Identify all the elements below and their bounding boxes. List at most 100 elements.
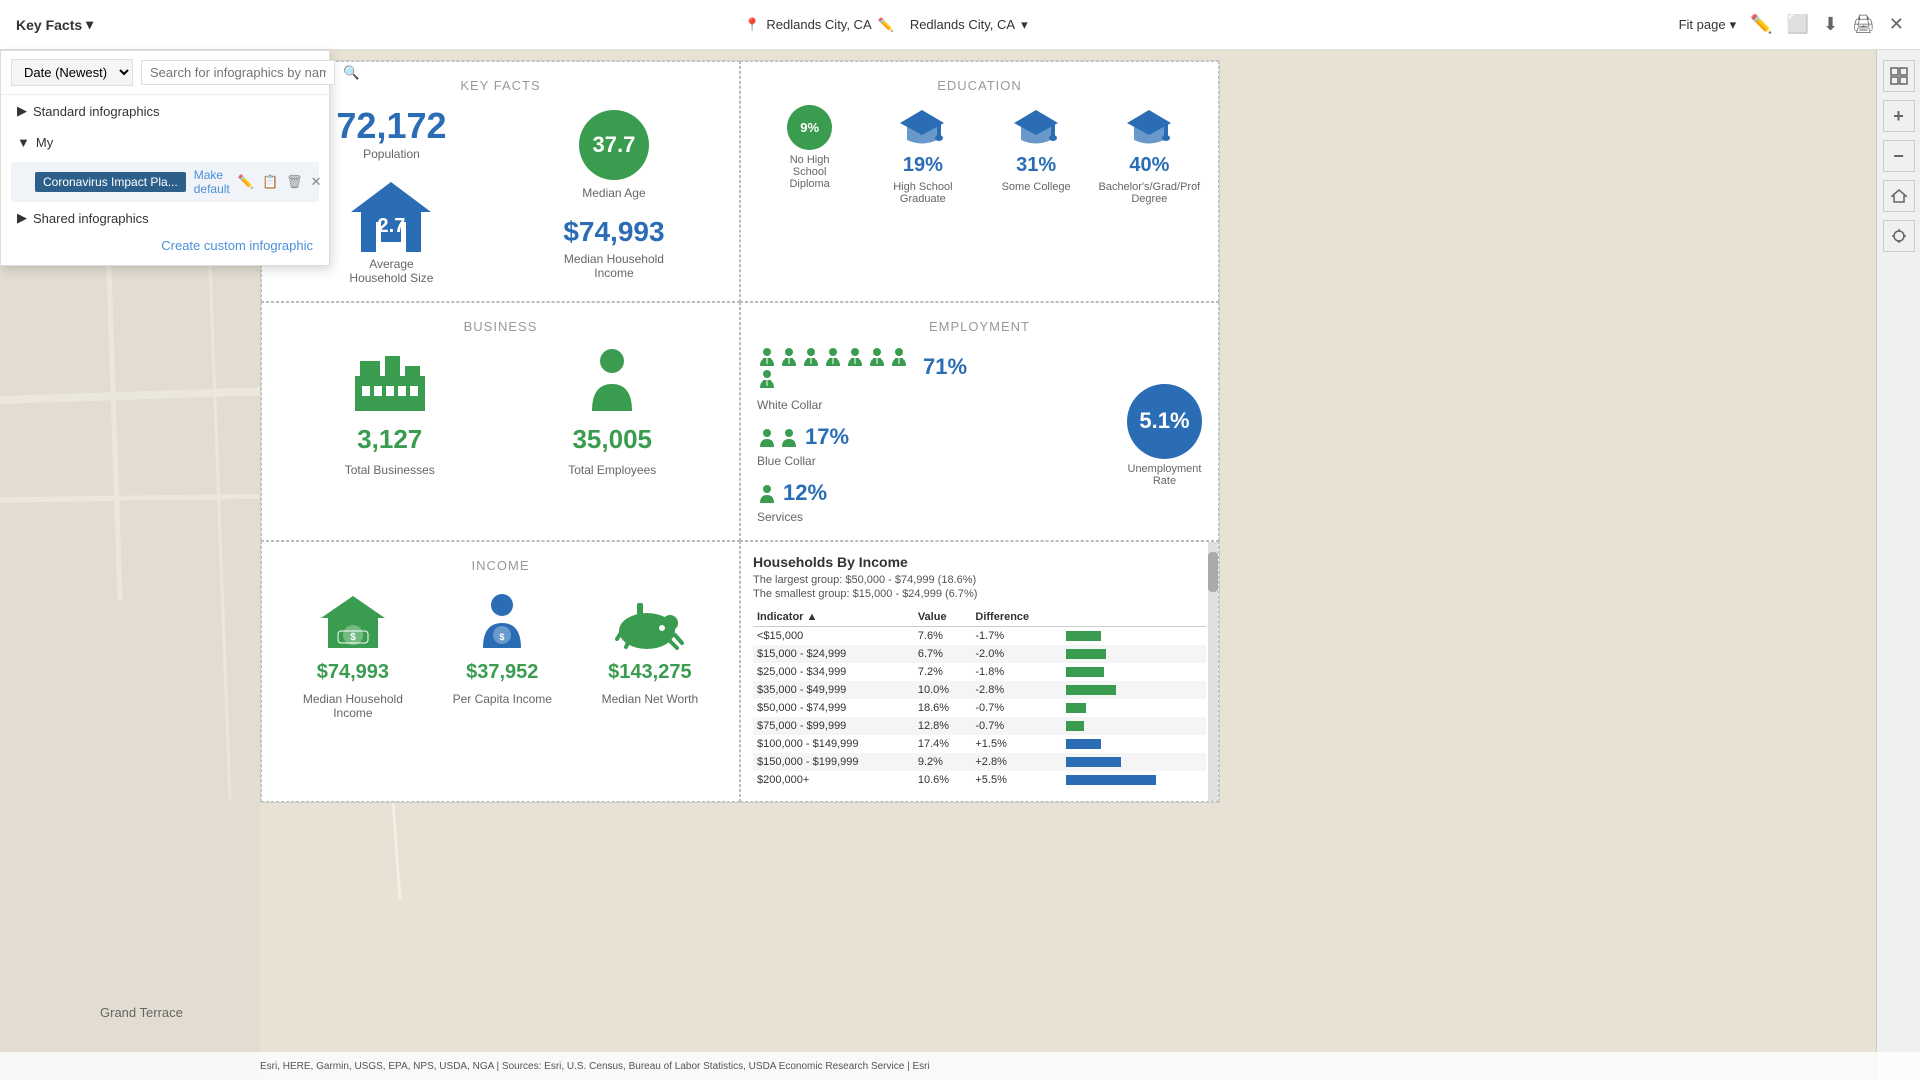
infographic-list-item[interactable]: Coronavirus Impact Pla... Make default ✏…: [11, 162, 319, 202]
zoom-out-button[interactable]: −: [1883, 140, 1915, 172]
hbi-value-cell: 10.0%: [914, 681, 972, 699]
total-employees-item: 35,005 Total Employees: [568, 346, 656, 477]
table-row: $75,000 - $99,999 12.8% -0.7%: [753, 717, 1206, 735]
table-row: $150,000 - $199,999 9.2% +2.8%: [753, 753, 1206, 771]
shared-arrow-icon: ▶: [17, 210, 27, 226]
my-section-label: My: [36, 135, 53, 150]
duplicate-icon-button[interactable]: ⬜: [1787, 14, 1809, 35]
make-default-link[interactable]: Make default: [194, 168, 230, 196]
white-collar-icons: [757, 346, 917, 388]
median-income-label: Median HouseholdIncome: [564, 252, 664, 280]
my-section-header[interactable]: ▼ My: [17, 135, 313, 150]
education-cell: EDUCATION 9% No HighSchoolDiploma: [740, 61, 1219, 302]
close-icon-button[interactable]: ✕: [1889, 14, 1904, 35]
edit-infographic-icon[interactable]: ✏️: [238, 174, 254, 190]
edit-location1-icon[interactable]: ✏️: [878, 17, 894, 33]
layers-button[interactable]: [1883, 60, 1915, 92]
hbi-diff-cell: +1.5%: [971, 735, 1062, 753]
median-net-worth-item: $143,275 Median Net Worth: [602, 593, 699, 706]
col-indicator-header: Indicator ▲: [753, 608, 914, 627]
median-net-worth-label: Median Net Worth: [602, 692, 699, 706]
print-icon-button[interactable]: 🖨: [1852, 14, 1875, 35]
employment-cell: EMPLOYMENT: [740, 302, 1219, 541]
business-header: BUSINESS: [278, 319, 723, 334]
person-bc-2: [779, 427, 799, 447]
households-income-cell: Households By Income The largest group: …: [740, 541, 1219, 802]
hbi-bar-cell: [1062, 663, 1206, 681]
infographic-search-input[interactable]: [141, 60, 335, 85]
pencil-icon-button[interactable]: ✏️: [1750, 14, 1772, 35]
some-college-label: Some College: [1002, 181, 1071, 193]
table-row: $15,000 - $24,999 6.7% -2.0%: [753, 645, 1206, 663]
white-collar-row: 71%: [757, 346, 1115, 388]
bottom-attribution: Esri, HERE, Garmin, USGS, EPA, NPS, USDA…: [0, 1052, 1920, 1080]
shared-section: ▶ Shared infographics: [1, 206, 329, 230]
location1-item: 📍 Redlands City, CA ✏️: [744, 17, 894, 33]
create-custom-infographic-link[interactable]: Create custom infographic: [1, 230, 329, 253]
population-value: 72,172: [336, 105, 446, 147]
date-sort-select[interactable]: Date (Newest): [11, 59, 133, 86]
search-submit-button[interactable]: 🔍: [343, 65, 360, 81]
blue-collar-icons: [757, 427, 799, 447]
key-facts-dropdown-button[interactable]: Key Facts ▾: [16, 16, 93, 33]
hbi-indicator-cell: $15,000 - $24,999: [753, 645, 914, 663]
download-icon-button[interactable]: ⬇: [1823, 14, 1838, 35]
employment-header: EMPLOYMENT: [757, 319, 1202, 334]
per-capita-income-value: $37,952: [466, 661, 538, 684]
col-value-header: Value: [914, 608, 972, 627]
white-collar-label: White Collar: [757, 398, 1115, 412]
chevron-down-icon[interactable]: ▾: [1021, 17, 1028, 33]
table-row: $100,000 - $149,999 17.4% +1.5%: [753, 735, 1206, 753]
hbi-bar-cell: [1062, 645, 1206, 663]
layers-icon: [1890, 67, 1908, 85]
hbi-indicator-cell: $35,000 - $49,999: [753, 681, 914, 699]
hbi-indicator-cell: $75,000 - $99,999: [753, 717, 914, 735]
top-bar-center: 📍 Redlands City, CA ✏️ Redlands City, CA…: [93, 17, 1678, 33]
hbi-value-cell: 17.4%: [914, 735, 972, 753]
zoom-in-button[interactable]: +: [1883, 100, 1915, 132]
locate-button[interactable]: [1883, 220, 1915, 252]
person-bc-1: [757, 427, 777, 447]
dropdown-top-row: Date (Newest) 🔍: [1, 51, 329, 95]
person-svc-icon: [757, 483, 777, 503]
home-button[interactable]: [1883, 180, 1915, 212]
hbi-indicator-cell: $200,000+: [753, 771, 914, 789]
blue-collar-label: Blue Collar: [757, 454, 1115, 468]
no-hs-pct: 9%: [800, 120, 819, 135]
location2-item: Redlands City, CA ▾: [910, 17, 1028, 33]
infographics-dropdown-panel: Date (Newest) 🔍 ▶ Standard infographics …: [0, 50, 330, 266]
hbi-bar-cell: [1062, 753, 1206, 771]
table-row: <$15,000 7.6% -1.7%: [753, 627, 1206, 646]
my-arrow-icon: ▼: [17, 135, 30, 150]
hbi-diff-cell: -2.0%: [971, 645, 1062, 663]
white-collar-pct: 71%: [923, 354, 967, 380]
hbi-indicator-cell: $25,000 - $34,999: [753, 663, 914, 681]
copy-infographic-icon[interactable]: 📋: [262, 174, 278, 190]
key-facts-label: Key Facts: [16, 17, 82, 33]
unemployment-label: UnemploymentRate: [1128, 463, 1202, 487]
per-capita-income-label: Per Capita Income: [453, 692, 552, 706]
shared-section-header[interactable]: ▶ Shared infographics: [17, 210, 313, 226]
employment-left: 71% White Collar 17% Blue Collar: [757, 346, 1115, 524]
top-bar-right: Fit page ▾ ✏️ ⬜ ⬇ 🖨 ✕: [1679, 14, 1904, 35]
unemployment-pct: 5.1%: [1139, 408, 1189, 434]
person-wc-2: [779, 346, 799, 366]
person-wc-4: [823, 346, 843, 366]
delete-infographic-icon[interactable]: 🗑: [286, 174, 303, 190]
col-difference-header: Difference: [971, 608, 1062, 627]
hbi-indicator-cell: $100,000 - $149,999: [753, 735, 914, 753]
fit-page-button[interactable]: Fit page ▾: [1679, 17, 1737, 33]
per-capita-item: $ $37,952 Per Capita Income: [453, 593, 552, 706]
household-size-value: 2.7: [378, 215, 406, 238]
close-infographic-icon[interactable]: ✕: [311, 174, 322, 190]
hbi-value-cell: 12.8%: [914, 717, 972, 735]
income-header: INCOME: [278, 558, 723, 573]
location2-text: Redlands City, CA: [910, 17, 1015, 32]
person-wc-6: [867, 346, 887, 366]
no-hs-circle: 9%: [787, 105, 832, 150]
median-age-value: 37.7: [593, 132, 636, 158]
scrollbar[interactable]: [1208, 542, 1218, 801]
standard-section-header[interactable]: ▶ Standard infographics: [17, 103, 313, 119]
some-college-pct: 31%: [1016, 154, 1056, 177]
top-bar-left: Key Facts ▾: [16, 16, 93, 33]
